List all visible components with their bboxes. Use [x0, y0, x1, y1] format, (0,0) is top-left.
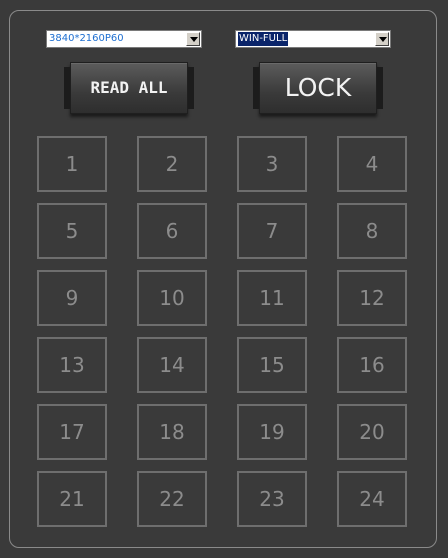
lock-button[interactable]: LOCK — [253, 62, 383, 114]
channel-button-23[interactable]: 23 — [237, 471, 307, 527]
channel-button-12[interactable]: 12 — [337, 270, 407, 326]
channel-button-1[interactable]: 1 — [37, 136, 107, 192]
channel-button-11[interactable]: 11 — [237, 270, 307, 326]
mode-select[interactable]: WIN-FULL — [235, 30, 391, 48]
chevron-down-icon[interactable] — [375, 32, 389, 46]
mode-select-value: WIN-FULL — [236, 31, 290, 47]
channel-button-19[interactable]: 19 — [237, 404, 307, 460]
channel-button-21[interactable]: 21 — [37, 471, 107, 527]
channel-button-16[interactable]: 16 — [337, 337, 407, 393]
channel-button-6[interactable]: 6 — [137, 203, 207, 259]
channel-button-18[interactable]: 18 — [137, 404, 207, 460]
channel-button-7[interactable]: 7 — [237, 203, 307, 259]
channel-button-13[interactable]: 13 — [37, 337, 107, 393]
resolution-select-value: 3840*2160P60 — [49, 33, 124, 44]
channel-button-24[interactable]: 24 — [337, 471, 407, 527]
channel-button-17[interactable]: 17 — [37, 404, 107, 460]
channel-button-10[interactable]: 10 — [137, 270, 207, 326]
channel-button-5[interactable]: 5 — [37, 203, 107, 259]
channel-button-8[interactable]: 8 — [337, 203, 407, 259]
channel-button-15[interactable]: 15 — [237, 337, 307, 393]
channel-button-14[interactable]: 14 — [137, 337, 207, 393]
channel-button-9[interactable]: 9 — [37, 270, 107, 326]
channel-button-4[interactable]: 4 — [337, 136, 407, 192]
channel-button-2[interactable]: 2 — [137, 136, 207, 192]
channel-button-3[interactable]: 3 — [237, 136, 307, 192]
resolution-select[interactable]: 3840*2160P60 — [46, 30, 202, 48]
channel-button-22[interactable]: 22 — [137, 471, 207, 527]
channel-button-20[interactable]: 20 — [337, 404, 407, 460]
read-all-button[interactable]: READ ALL — [64, 62, 194, 114]
chevron-down-icon[interactable] — [186, 32, 200, 46]
